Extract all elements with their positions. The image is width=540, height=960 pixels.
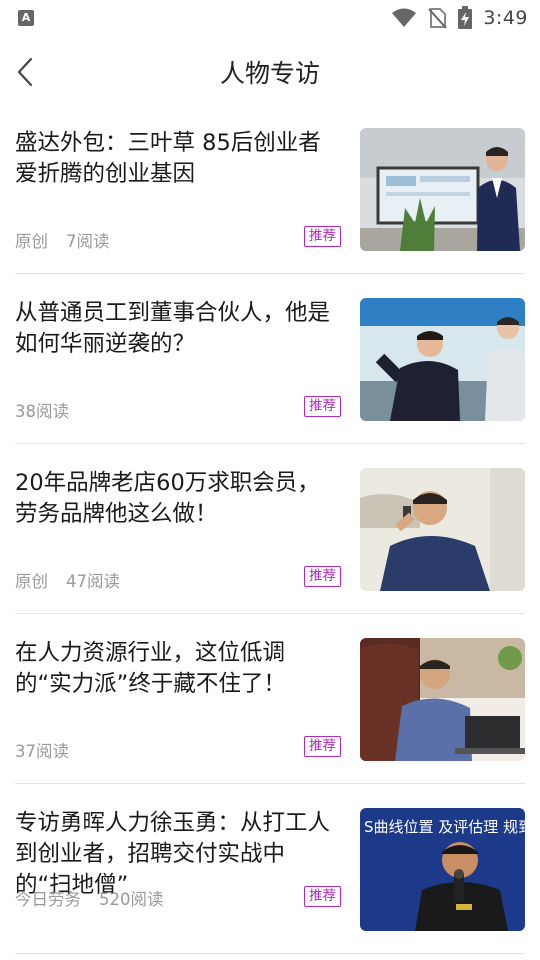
recommend-tag: 推荐 — [304, 226, 341, 247]
recommend-tag: 推荐 — [304, 396, 341, 417]
status-bar: A 3:49 — [0, 0, 540, 36]
article-meta: 原创 7阅读 — [15, 228, 110, 252]
thumbnail-image — [360, 128, 525, 251]
article-item[interactable]: 从普通员工到董事合伙人，他是如何华丽逆袭的？ 38阅读 推荐 — [15, 274, 525, 444]
thumbnail-image — [360, 638, 525, 761]
article-thumbnail — [360, 468, 525, 591]
article-reads: 520阅读 — [99, 890, 164, 909]
article-reads: 7阅读 — [66, 232, 110, 251]
article-item[interactable]: 在人力资源行业，这位低调的“实力派”终于藏不住了！ 37阅读 推荐 — [15, 614, 525, 784]
thumbnail-text: S曲线位置 及评估理 规到大白 10分钟 — [364, 818, 525, 836]
thumbnail-image — [360, 468, 525, 591]
notification-icon: A — [18, 10, 34, 26]
thumbnail-image — [360, 298, 525, 421]
article-title: 在人力资源行业，这位低调的“实力派”终于藏不住了！ — [15, 640, 286, 697]
article-reads: 47阅读 — [66, 572, 120, 591]
article-list: 盛达外包：三叶草 85后创业者爱折腾的创业基因 原创 7阅读 推荐 从普通员工到… — [15, 104, 525, 954]
no-sim-icon — [428, 8, 448, 29]
article-thumbnail — [360, 128, 525, 251]
article-title: 20年品牌老店60万求职会员，劳务品牌他这么做！ — [15, 470, 320, 527]
article-source: 原创 — [15, 572, 48, 591]
article-thumbnail — [360, 638, 525, 761]
article-item[interactable]: 专访勇晖人力徐玉勇：从打工人到创业者，招聘交付实战中的“扫地僧” 今日劳务 52… — [15, 784, 525, 954]
article-item[interactable]: 盛达外包：三叶草 85后创业者爱折腾的创业基因 原创 7阅读 推荐 — [15, 104, 525, 274]
article-item[interactable]: 20年品牌老店60万求职会员，劳务品牌他这么做！ 原创 47阅读 推荐 — [15, 444, 525, 614]
thumbnail-image: S曲线位置 及评估理 规到大白 10分钟 — [360, 808, 525, 931]
article-title: 从普通员工到董事合伙人，他是如何华丽逆袭的？ — [15, 300, 331, 357]
status-right: 3:49 — [391, 6, 528, 30]
status-time: 3:49 — [483, 7, 528, 29]
article-thumbnail — [360, 298, 525, 421]
article-meta: 37阅读 — [15, 738, 69, 762]
wifi-icon — [392, 8, 417, 27]
recommend-tag: 推荐 — [304, 886, 341, 907]
article-thumbnail: S曲线位置 及评估理 规到大白 10分钟 — [360, 808, 525, 931]
article-meta: 38阅读 — [15, 398, 69, 422]
article-reads: 38阅读 — [15, 402, 69, 421]
app-header: 人物专访 — [0, 40, 540, 104]
article-reads: 37阅读 — [15, 742, 69, 761]
article-meta: 原创 47阅读 — [15, 568, 120, 592]
article-title: 盛达外包：三叶草 85后创业者爱折腾的创业基因 — [15, 130, 321, 187]
article-meta: 今日劳务 520阅读 — [15, 886, 164, 910]
page-title: 人物专访 — [219, 59, 320, 88]
article-source: 原创 — [15, 232, 48, 251]
article-source: 今日劳务 — [15, 890, 81, 909]
battery-charging-icon — [458, 6, 473, 29]
recommend-tag: 推荐 — [304, 566, 341, 587]
recommend-tag: 推荐 — [304, 736, 341, 757]
